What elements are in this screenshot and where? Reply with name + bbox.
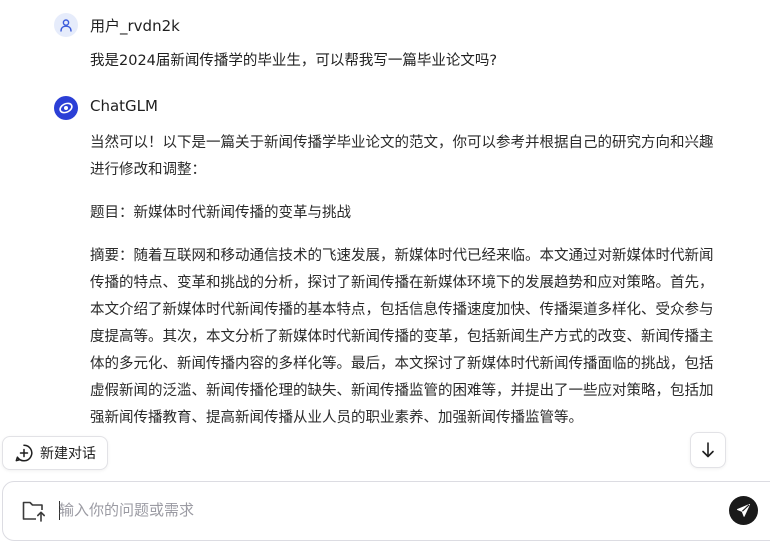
assistant-name: ChatGLM: [90, 97, 158, 115]
arrow-down-icon: [702, 442, 714, 458]
answer-abstract: 摘要：随着互联网和移动通信技术的飞速发展，新媒体时代已经来临。本文通过对新媒体时…: [90, 248, 714, 426]
assistant-message: 当然可以！以下是一篇关于新闻传播学毕业论文的范文，你可以参考并根据自己的研究方向…: [90, 130, 722, 448]
send-button[interactable]: [729, 496, 758, 525]
scroll-down-button[interactable]: [690, 432, 726, 468]
upload-file-button[interactable]: [21, 500, 47, 526]
new-chat-button[interactable]: 新建对话: [2, 436, 108, 470]
user-message: 我是2024届新闻传播学的毕业生，可以帮我写一篇毕业论文吗?: [90, 53, 498, 69]
new-chat-label: 新建对话: [40, 446, 96, 462]
user-name: 用户_rvdn2k: [90, 17, 180, 35]
chatglm-logo-icon: [59, 102, 73, 114]
send-icon: [737, 504, 750, 517]
message-input[interactable]: [59, 498, 659, 522]
user-avatar: [54, 13, 78, 37]
folder-upload-icon: [22, 501, 46, 522]
answer-title: 题目：新媒体时代新闻传播的变革与挑战: [90, 205, 351, 221]
answer-intro: 当然可以！以下是一篇关于新闻传播学毕业论文的范文，你可以参考并根据自己的研究方向…: [90, 135, 714, 178]
user-icon: [60, 19, 72, 32]
assistant-avatar: [54, 96, 78, 120]
plus-chat-icon: [15, 444, 33, 462]
chat-composer: [2, 481, 770, 541]
